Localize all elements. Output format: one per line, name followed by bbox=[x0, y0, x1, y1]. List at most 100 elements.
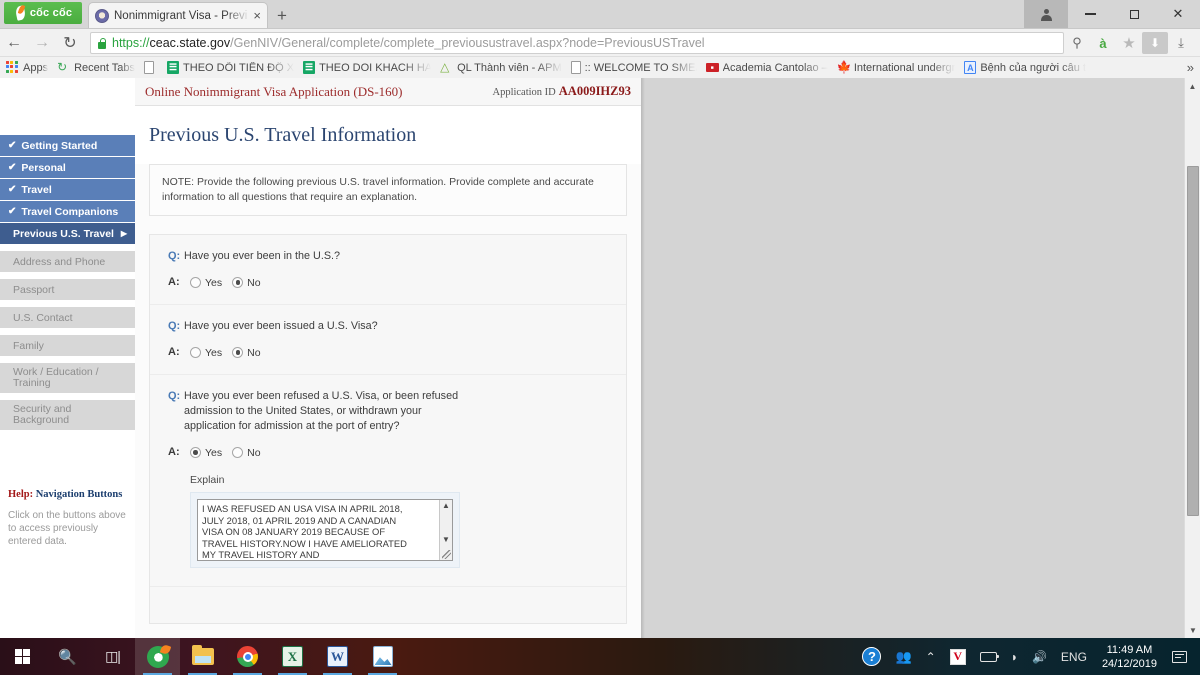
bookmark-theo-doi-tien-do[interactable]: ☰ THEO DÕI TIẾN ĐỘ X bbox=[167, 57, 294, 78]
sidebar-item-us-contact[interactable]: U.S. Contact bbox=[0, 307, 135, 329]
url-scheme: https:// bbox=[112, 36, 150, 50]
radio-icon[interactable] bbox=[190, 347, 201, 358]
bookmark-label: International undergr bbox=[853, 61, 956, 74]
bookmark-international-undergrad[interactable]: 🍁 International undergr bbox=[837, 57, 956, 78]
browser-chrome: cốc cốc Nonimmigrant Visa - Previ × + ✕ … bbox=[0, 0, 1200, 78]
bookmark-label: Apps bbox=[23, 61, 49, 74]
battery-icon bbox=[979, 651, 1000, 662]
browser-tab[interactable]: Nonimmigrant Visa - Previ × bbox=[88, 2, 268, 28]
tray-people-button[interactable]: 👥 bbox=[888, 638, 918, 675]
new-tab-button[interactable]: + bbox=[272, 5, 292, 25]
tray-network[interactable]: ◗ bbox=[1004, 638, 1025, 675]
sidebar-item-label: Security and Background bbox=[13, 403, 72, 426]
photos-icon bbox=[372, 646, 393, 667]
sidebar-item-travel-companions[interactable]: ✔ Travel Companions bbox=[0, 201, 135, 223]
radio-q2-no[interactable]: No bbox=[232, 347, 261, 359]
url-host: ceac.state.gov bbox=[149, 36, 231, 50]
translate-icon[interactable]: à bbox=[1090, 32, 1116, 54]
scroll-up-icon[interactable]: ▲ bbox=[1185, 78, 1200, 94]
taskbar-coccoc[interactable] bbox=[135, 638, 180, 675]
bookmarks-bar: Apps ↻ Recent Tabs ☰ THEO DÕI TIẾN ĐỘ X … bbox=[0, 56, 1200, 78]
google-sheets-icon: ☰ bbox=[167, 61, 180, 74]
bookmark-academia-cantolao[interactable]: ■ Academia Cantolao – bbox=[705, 57, 828, 78]
academia-icon: ■ bbox=[705, 63, 719, 72]
tray-volume[interactable]: 🔊 bbox=[1025, 638, 1054, 675]
downloads-tray-icon[interactable]: ⤓ bbox=[1168, 32, 1194, 54]
taskbar-photos[interactable] bbox=[360, 638, 405, 675]
excel-icon: X bbox=[282, 646, 303, 667]
radio-q2-yes[interactable]: Yes bbox=[190, 347, 222, 359]
bookmark-apps[interactable]: Apps bbox=[6, 57, 49, 78]
radio-label: Yes bbox=[205, 346, 223, 359]
zoom-out-icon[interactable]: ⚲ bbox=[1064, 32, 1090, 54]
bookmark-benh-cua-nguoi-cau[interactable]: A Bệnh của người câu t bbox=[964, 57, 1086, 78]
tray-battery[interactable] bbox=[973, 638, 1004, 675]
close-window-button[interactable]: ✕ bbox=[1156, 0, 1200, 28]
sidebar-item-security-and-background[interactable]: Security and Background bbox=[0, 400, 135, 431]
scroll-down-icon[interactable]: ▼ bbox=[1185, 622, 1200, 638]
minimize-button[interactable] bbox=[1068, 0, 1112, 28]
maximize-button[interactable] bbox=[1112, 0, 1156, 28]
explain-textarea[interactable]: I WAS REFUSED AN USA VISA IN APRIL 2018,… bbox=[197, 499, 453, 561]
bookmark-ql-thanh-vien[interactable]: △ QL Thành viên - APM bbox=[440, 57, 562, 78]
answer-row: A: Yes No bbox=[168, 275, 608, 290]
taskbar-word[interactable]: W bbox=[315, 638, 360, 675]
bookmark-star-icon[interactable]: ★ bbox=[1116, 32, 1142, 54]
resize-handle-icon[interactable] bbox=[442, 550, 451, 559]
tray-notifications-button[interactable] bbox=[1165, 638, 1194, 675]
start-button[interactable] bbox=[0, 638, 45, 675]
sidebar-item-passport[interactable]: Passport bbox=[0, 279, 135, 301]
profile-button[interactable] bbox=[1024, 0, 1068, 28]
sidebar-item-getting-started[interactable]: ✔ Getting Started bbox=[0, 135, 135, 157]
sidebar-item-family[interactable]: Family bbox=[0, 335, 135, 357]
radio-icon[interactable] bbox=[232, 447, 244, 458]
search-button[interactable]: 🔍 bbox=[45, 638, 90, 675]
radio-icon-selected[interactable] bbox=[190, 447, 201, 458]
radio-icon[interactable] bbox=[190, 277, 201, 288]
tray-language[interactable]: ENG bbox=[1054, 638, 1094, 675]
task-view-button[interactable]: ◫| bbox=[90, 638, 135, 675]
taskbar-chrome[interactable] bbox=[225, 638, 270, 675]
bookmark-recent-tabs[interactable]: ↻ Recent Tabs bbox=[57, 57, 135, 78]
help-title-highlight: Help: bbox=[8, 489, 34, 500]
windows-taskbar: 🔍 ◫| X W ? 👥 ⌃ V ◗ 🔊 ENG 11:49 AM 24/12/… bbox=[0, 638, 1200, 675]
sidebar-item-work-education-training[interactable]: Work / Education / Training bbox=[0, 363, 135, 394]
radio-q3-no[interactable]: No bbox=[232, 447, 261, 459]
taskbar-file-explorer[interactable] bbox=[180, 638, 225, 675]
coccoc-logo: cốc cốc bbox=[4, 2, 82, 24]
tray-expand-button[interactable]: ⌃ bbox=[919, 638, 943, 675]
scroll-up-icon[interactable]: ▲ bbox=[442, 502, 450, 510]
radio-icon-selected[interactable] bbox=[232, 347, 244, 358]
address-bar[interactable]: https://ceac.state.gov/GenNIV/General/co… bbox=[90, 32, 1064, 54]
bookmark-theo-doi-khach-hang[interactable]: ☰ THEO DOI KHACH HA bbox=[303, 57, 431, 78]
radio-q1-yes[interactable]: Yes bbox=[190, 277, 222, 289]
forward-button[interactable]: → bbox=[28, 29, 56, 57]
sidebar-item-address-and-phone[interactable]: Address and Phone bbox=[0, 251, 135, 273]
lock-icon bbox=[97, 37, 107, 49]
caret-right-icon: ▶ bbox=[120, 229, 127, 238]
radio-q1-no[interactable]: No bbox=[232, 277, 261, 289]
sidebar-item-travel[interactable]: ✔ Travel bbox=[0, 179, 135, 201]
wifi-icon: ◗ bbox=[1010, 649, 1018, 664]
application-id-label: Application ID bbox=[492, 87, 556, 98]
tray-help-button[interactable]: ? bbox=[855, 638, 888, 675]
radio-icon-selected[interactable] bbox=[232, 277, 244, 288]
bookmark-doc-1[interactable] bbox=[144, 57, 158, 78]
download-arrow-icon[interactable]: ⬇ bbox=[1142, 32, 1168, 54]
sidebar-item-label: Travel bbox=[21, 183, 52, 196]
sidebar-item-previous-us-travel[interactable]: Previous U.S. Travel ▶ bbox=[0, 223, 135, 245]
scroll-down-icon[interactable]: ▼ bbox=[442, 536, 450, 544]
tray-clock[interactable]: 11:49 AM 24/12/2019 bbox=[1094, 643, 1165, 671]
taskbar-excel[interactable]: X bbox=[270, 638, 315, 675]
reload-button[interactable]: ↻ bbox=[56, 29, 84, 57]
back-button[interactable]: ← bbox=[0, 29, 28, 57]
scrollbar-thumb[interactable] bbox=[1187, 166, 1199, 516]
sidebar-item-personal[interactable]: ✔ Personal bbox=[0, 157, 135, 179]
page-scrollbar[interactable]: ▲ ▼ bbox=[1184, 78, 1200, 638]
radio-q3-yes[interactable]: Yes bbox=[190, 447, 222, 459]
close-icon[interactable]: × bbox=[253, 9, 261, 22]
bookmark-welcome-to-smea[interactable]: :: WELCOME TO SMEA bbox=[570, 57, 697, 78]
tray-unikey[interactable]: V bbox=[943, 638, 973, 675]
radio-group-q3: Yes No bbox=[190, 447, 261, 459]
bookmarks-overflow-button[interactable]: » bbox=[1187, 60, 1194, 75]
